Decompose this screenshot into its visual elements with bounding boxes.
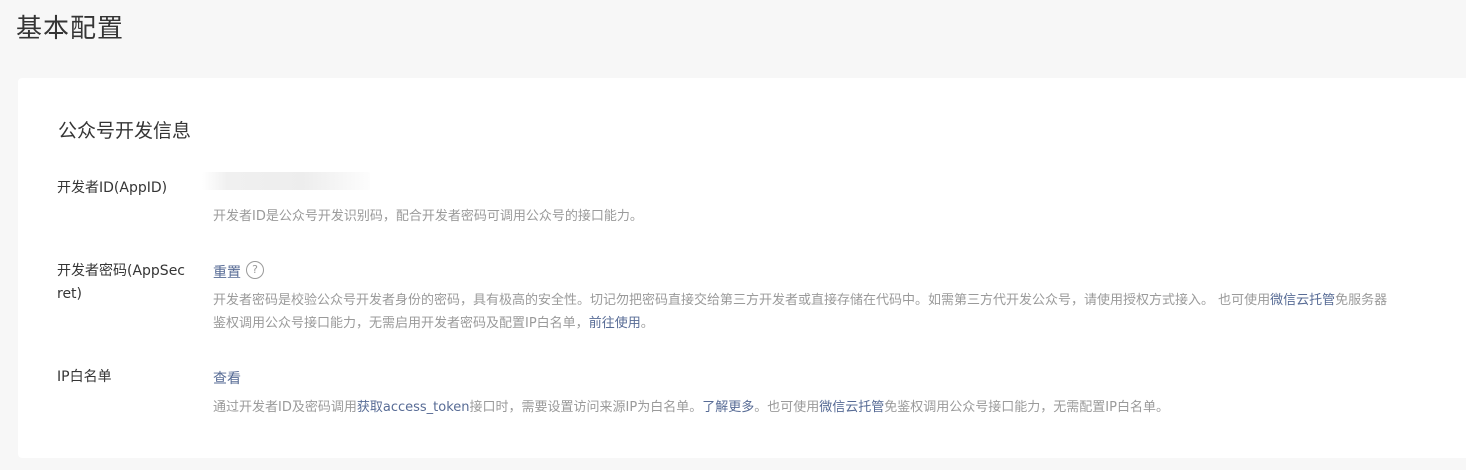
ip-desc-text-a: 通过开发者ID及密码调用 [213,400,357,415]
page-title: 基本配置 [16,14,125,44]
ip-desc-text-d: 免鉴权调用公众号接口能力，无需配置IP白名单。 [884,400,1169,415]
app-secret-desc-text-cont: 免服务器 [1335,293,1388,308]
ip-whitelist-description: 通过开发者ID及密码调用获取access_token接口时，需要设置访问来源IP… [213,397,1169,419]
wechat-cloud-hosting-link[interactable]: 微信云托管 [1270,293,1335,308]
app-secret-description-line1: 开发者密码是校验公众号开发者身份的密码，具有极高的安全性。切记勿把密码直接交给第… [213,290,1387,312]
get-access-token-link[interactable]: 获取access_token [357,400,470,415]
app-id-description: 开发者ID是公众号开发识别码，配合开发者密码可调用公众号的接口能力。 [213,209,643,224]
question-circle-icon[interactable]: ? [246,261,264,279]
go-use-link[interactable]: 前往使用 [589,316,641,331]
view-whitelist-link[interactable]: 查看 [213,368,241,388]
app-secret-desc-end: 。 [640,316,654,331]
app-id-label: 开发者ID(AppID) [57,180,168,196]
ip-desc-text-b: 接口时，需要设置访问来源IP为白名单。 [469,400,703,415]
app-id-value-masked [202,172,370,190]
app-secret-desc-text2: 鉴权调用公众号接口能力，无需启用开发者密码及配置IP白名单， [213,316,589,331]
app-secret-desc-text: 开发者密码是校验公众号开发者身份的密码，具有极高的安全性。切记勿把密码直接交给第… [213,293,1271,308]
wechat-cloud-hosting-link-2[interactable]: 微信云托管 [819,400,884,415]
section-title: 公众号开发信息 [58,120,192,142]
learn-more-link[interactable]: 了解更多 [702,400,754,415]
developer-info-card: 公众号开发信息 开发者ID(AppID) 开发者ID是公众号开发识别码，配合开发… [18,78,1466,458]
ip-desc-text-c: 。也可使用 [754,400,820,415]
app-secret-label: 开发者密码(AppSecret) [57,263,186,302]
app-secret-description-line2: 鉴权调用公众号接口能力，无需启用开发者密码及配置IP白名单，前往使用。 [213,313,654,335]
ip-whitelist-label: IP白名单 [57,369,112,385]
reset-secret-link[interactable]: 重置 [213,262,241,282]
